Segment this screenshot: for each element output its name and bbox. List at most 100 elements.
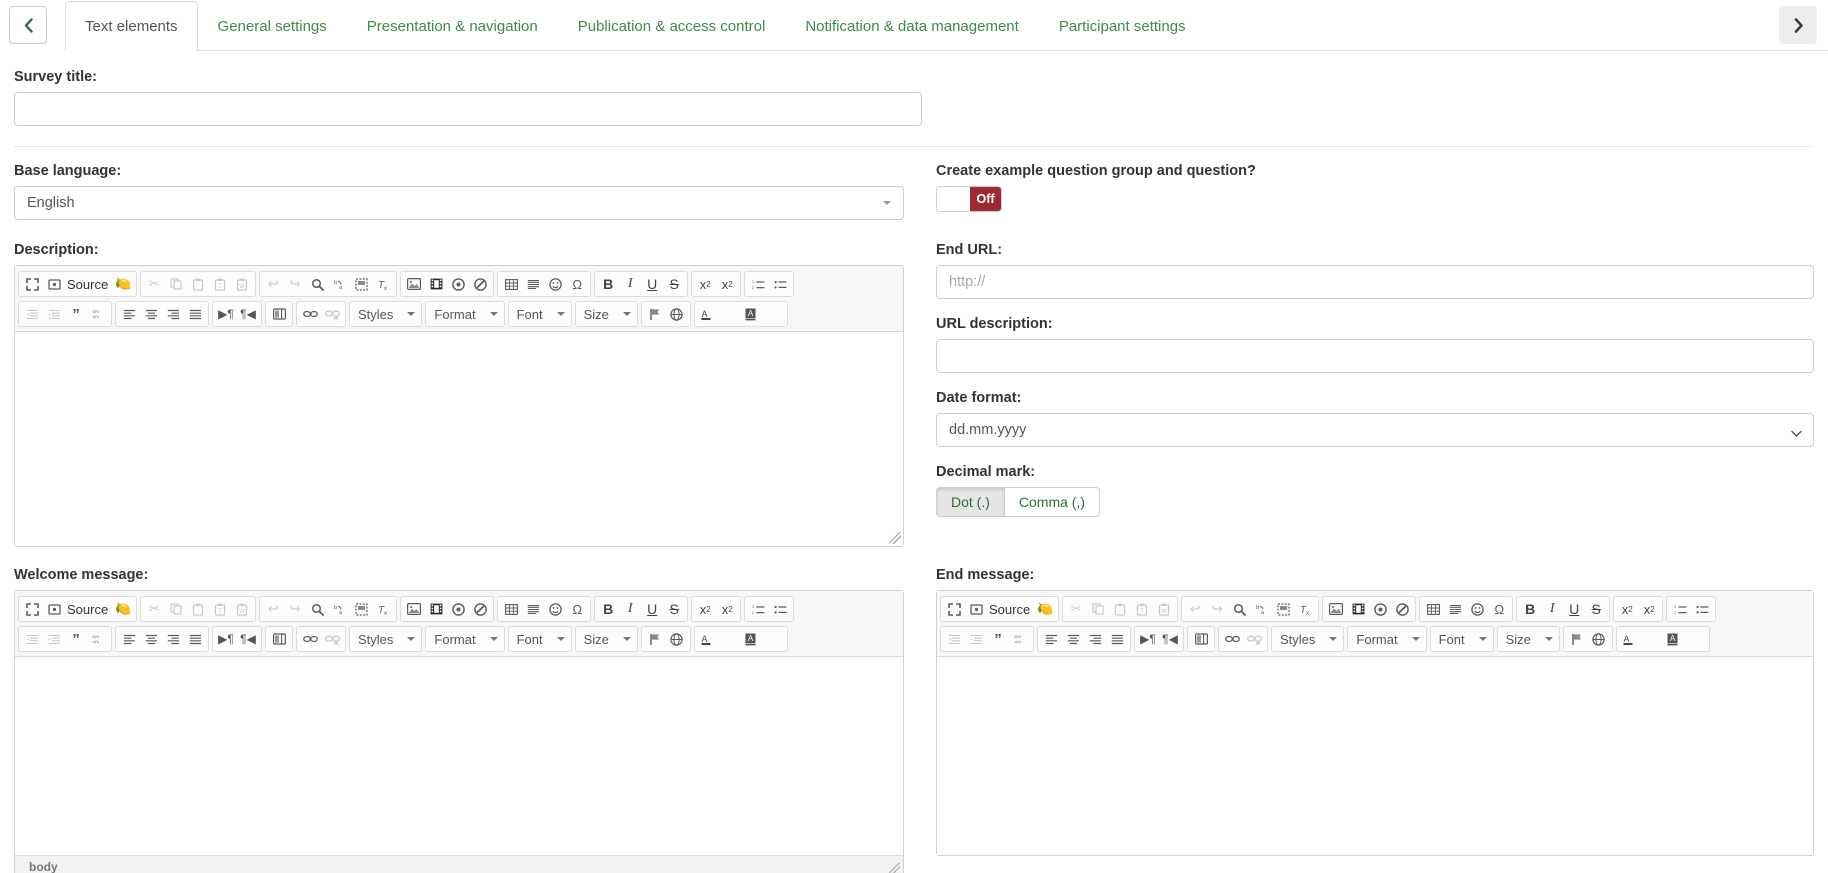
welcome-message-editor-content[interactable]: [15, 657, 903, 855]
image-icon[interactable]: [1325, 598, 1347, 620]
horizontal-rule-icon[interactable]: [522, 273, 544, 295]
format-combo[interactable]: Format: [425, 626, 504, 652]
strikethrough-icon[interactable]: S: [663, 598, 685, 620]
blockquote-icon[interactable]: ”: [987, 628, 1009, 650]
align-left-icon[interactable]: [118, 628, 140, 650]
undo-icon[interactable]: ↩: [262, 598, 284, 620]
superscript-icon[interactable]: x2: [716, 273, 738, 295]
font-combo[interactable]: Font: [1430, 626, 1494, 652]
subscript-icon[interactable]: x2: [1616, 598, 1638, 620]
find-icon[interactable]: [306, 273, 328, 295]
div-container-icon[interactable]: DIV</>: [1009, 628, 1031, 650]
image-icon[interactable]: [403, 598, 425, 620]
strikethrough-icon[interactable]: S: [663, 273, 685, 295]
bg-color-icon[interactable]: A: [741, 628, 763, 650]
indent-icon[interactable]: [965, 628, 987, 650]
source-icon[interactable]: [965, 598, 987, 620]
superscript-icon[interactable]: x2: [1638, 598, 1660, 620]
remove-format-icon[interactable]: Tx: [372, 273, 394, 295]
font-combo[interactable]: Font: [508, 626, 572, 652]
special-char-icon[interactable]: Ω: [1488, 598, 1510, 620]
numbered-list-icon[interactable]: 12: [1669, 598, 1691, 620]
media-icon[interactable]: [447, 598, 469, 620]
decimal-mark-dot-button[interactable]: Dot (.): [936, 487, 1005, 517]
table-icon[interactable]: [500, 598, 522, 620]
bold-icon[interactable]: B: [1519, 598, 1541, 620]
paste-word-icon[interactable]: W: [231, 598, 253, 620]
special-char-icon[interactable]: Ω: [566, 598, 588, 620]
source-button-label[interactable]: Source: [65, 602, 112, 617]
templates-icon[interactable]: [1190, 628, 1212, 650]
bulleted-list-icon[interactable]: [769, 273, 791, 295]
numbered-list-icon[interactable]: 12: [747, 273, 769, 295]
paste-word-icon[interactable]: W: [231, 273, 253, 295]
align-left-icon[interactable]: [118, 303, 140, 325]
paste-icon[interactable]: [1109, 598, 1131, 620]
bulleted-list-icon[interactable]: [1691, 598, 1713, 620]
bg-color-caret-icon[interactable]: [763, 303, 785, 325]
media-icon[interactable]: [1369, 598, 1391, 620]
url-description-input[interactable]: [936, 339, 1814, 373]
replace-icon[interactable]: ba: [328, 598, 350, 620]
indent-icon[interactable]: [43, 303, 65, 325]
globe-icon[interactable]: [666, 303, 688, 325]
select-all-icon[interactable]: [1272, 598, 1294, 620]
description-editor-content[interactable]: [15, 332, 903, 546]
superscript-icon[interactable]: x2: [716, 598, 738, 620]
flash-icon[interactable]: [425, 273, 447, 295]
text-color-caret-icon[interactable]: [1641, 628, 1663, 650]
horizontal-rule-icon[interactable]: [1444, 598, 1466, 620]
tab-presentation-navigation[interactable]: Presentation & navigation: [347, 1, 558, 51]
numbered-list-icon[interactable]: 12: [747, 598, 769, 620]
flag-icon[interactable]: [644, 303, 666, 325]
templates-icon[interactable]: [268, 628, 290, 650]
image-icon[interactable]: [403, 273, 425, 295]
underline-icon[interactable]: U: [1563, 598, 1585, 620]
smiley-icon[interactable]: [544, 598, 566, 620]
redo-icon[interactable]: ↪: [284, 273, 306, 295]
decimal-mark-comma-button[interactable]: Comma (,): [1005, 487, 1100, 517]
find-icon[interactable]: [306, 598, 328, 620]
link-ball-icon[interactable]: [469, 273, 491, 295]
link-icon[interactable]: [299, 628, 321, 650]
tab-publication-access-control[interactable]: Publication & access control: [558, 1, 786, 51]
paste-icon[interactable]: [187, 598, 209, 620]
source-button-label[interactable]: Source: [987, 602, 1034, 617]
tab-text-elements[interactable]: Text elements: [65, 1, 198, 51]
bg-color-caret-icon[interactable]: [763, 628, 785, 650]
paste-word-icon[interactable]: W: [1153, 598, 1175, 620]
blockquote-icon[interactable]: ”: [65, 303, 87, 325]
styles-combo[interactable]: Styles: [349, 626, 422, 652]
outdent-icon[interactable]: [21, 628, 43, 650]
format-combo[interactable]: Format: [1347, 626, 1426, 652]
text-color-icon[interactable]: A: [697, 303, 719, 325]
outdent-icon[interactable]: [943, 628, 965, 650]
italic-icon[interactable]: I: [619, 273, 641, 295]
lemon-icon[interactable]: 🍋: [112, 273, 134, 295]
align-justify-icon[interactable]: [184, 303, 206, 325]
unlink-icon[interactable]: [321, 628, 343, 650]
media-icon[interactable]: [447, 273, 469, 295]
replace-icon[interactable]: ba: [328, 273, 350, 295]
paste-text-icon[interactable]: T: [209, 273, 231, 295]
text-color-caret-icon[interactable]: [719, 628, 741, 650]
tab-general-settings[interactable]: General settings: [198, 1, 347, 51]
italic-icon[interactable]: I: [1541, 598, 1563, 620]
bg-color-caret-icon[interactable]: [1685, 628, 1707, 650]
align-center-icon[interactable]: [1062, 628, 1084, 650]
outdent-icon[interactable]: [21, 303, 43, 325]
survey-title-input[interactable]: [14, 92, 922, 126]
align-right-icon[interactable]: [1084, 628, 1106, 650]
templates-icon[interactable]: [268, 303, 290, 325]
globe-icon[interactable]: [666, 628, 688, 650]
underline-icon[interactable]: U: [641, 273, 663, 295]
source-button-label[interactable]: Source: [65, 277, 112, 292]
align-left-icon[interactable]: [1040, 628, 1062, 650]
bold-icon[interactable]: B: [597, 598, 619, 620]
align-justify-icon[interactable]: [184, 628, 206, 650]
flash-icon[interactable]: [425, 598, 447, 620]
lemon-icon[interactable]: 🍋: [1034, 598, 1056, 620]
copy-icon[interactable]: [165, 598, 187, 620]
link-ball-icon[interactable]: [469, 598, 491, 620]
table-icon[interactable]: [500, 273, 522, 295]
